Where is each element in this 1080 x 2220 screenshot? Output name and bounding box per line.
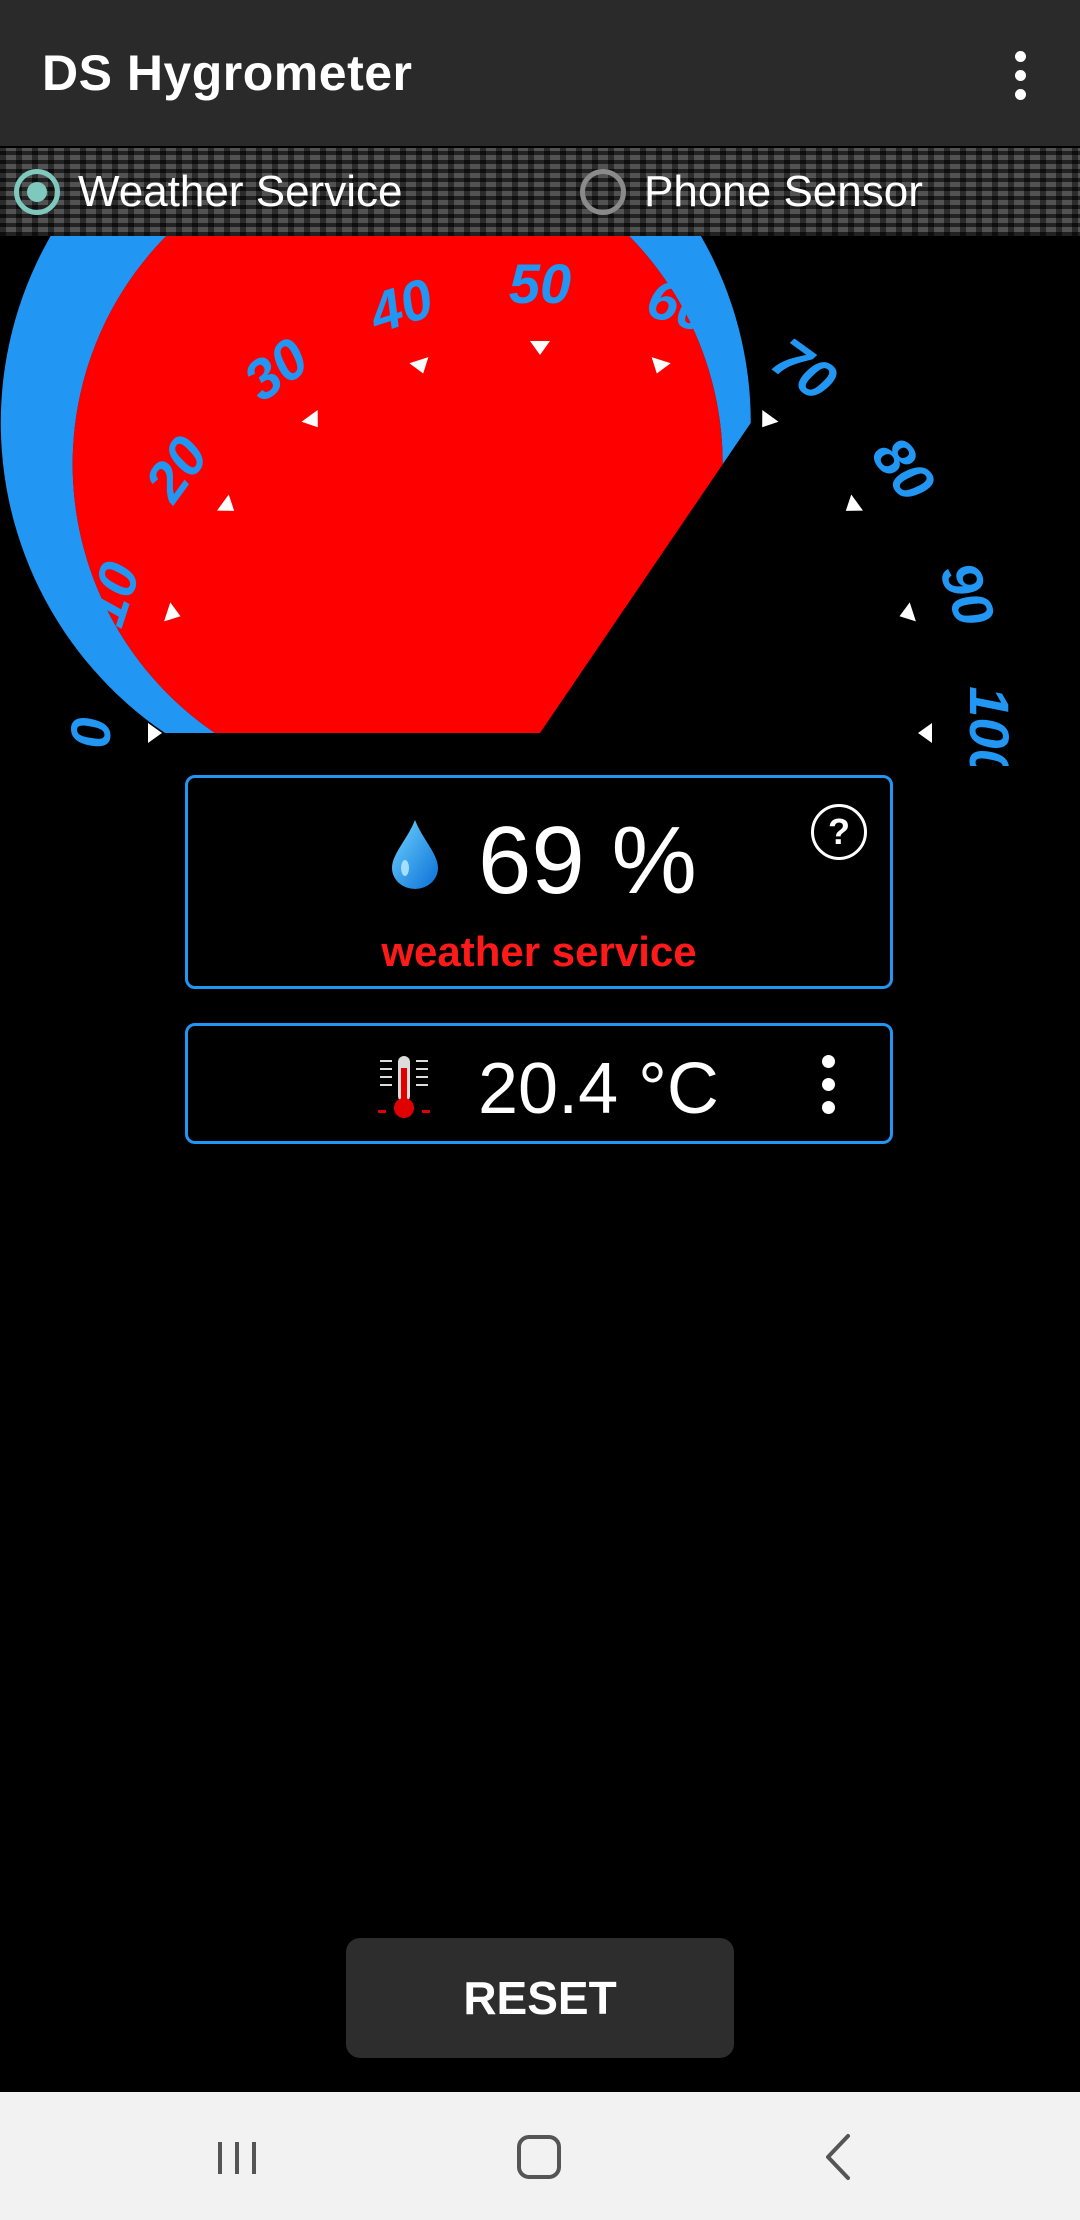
source-selector: Weather Service Phone Sensor bbox=[0, 148, 1080, 236]
gauge-tick-label: 100 bbox=[958, 686, 1021, 766]
humidity-value: 69 % bbox=[478, 807, 697, 914]
help-icon[interactable]: ? bbox=[811, 804, 867, 860]
radio-weather-service[interactable]: Weather Service bbox=[14, 164, 402, 220]
more-vert-icon[interactable] bbox=[990, 40, 1050, 110]
humidity-gauge: 010203040 50 60708090100 bbox=[0, 236, 1021, 766]
gauge-tick-label: 90 bbox=[928, 555, 1007, 634]
gauge-tick-label: 80 bbox=[860, 425, 948, 512]
back-icon[interactable] bbox=[796, 2122, 886, 2192]
system-nav-bar bbox=[0, 2092, 1080, 2220]
radio-unchecked-icon bbox=[580, 169, 626, 215]
radio-phone-sensor[interactable]: Phone Sensor bbox=[580, 164, 923, 220]
gauge-tick bbox=[918, 723, 932, 743]
radio-label: Weather Service bbox=[78, 167, 403, 216]
radio-label: Phone Sensor bbox=[644, 167, 923, 216]
humidity-panel: 69 % ? weather service bbox=[185, 775, 893, 989]
radio-checked-icon bbox=[14, 169, 60, 215]
gauge-tick-label: 70 bbox=[761, 325, 848, 413]
water-drop-icon bbox=[392, 820, 438, 889]
gauge-tick bbox=[899, 602, 916, 622]
gauge-tick-label: 0 bbox=[59, 717, 122, 748]
recent-apps-icon[interactable] bbox=[192, 2122, 282, 2192]
app-bar: DS Hygrometer bbox=[0, 0, 1080, 146]
temperature-value: 20.4 °C bbox=[478, 1049, 719, 1129]
temperature-panel: 20.4 °C bbox=[185, 1023, 893, 1144]
reset-button[interactable]: RESET bbox=[346, 1938, 734, 2058]
gauge-tick bbox=[845, 494, 864, 511]
gauge-tick bbox=[762, 409, 779, 428]
home-icon[interactable] bbox=[494, 2122, 584, 2192]
gauge-tick-label: 50 bbox=[509, 252, 571, 315]
temperature-more-icon[interactable] bbox=[810, 1044, 846, 1124]
app-title: DS Hygrometer bbox=[42, 45, 413, 101]
thermometer-icon bbox=[378, 1056, 430, 1118]
data-source-label: weather service bbox=[381, 928, 697, 975]
